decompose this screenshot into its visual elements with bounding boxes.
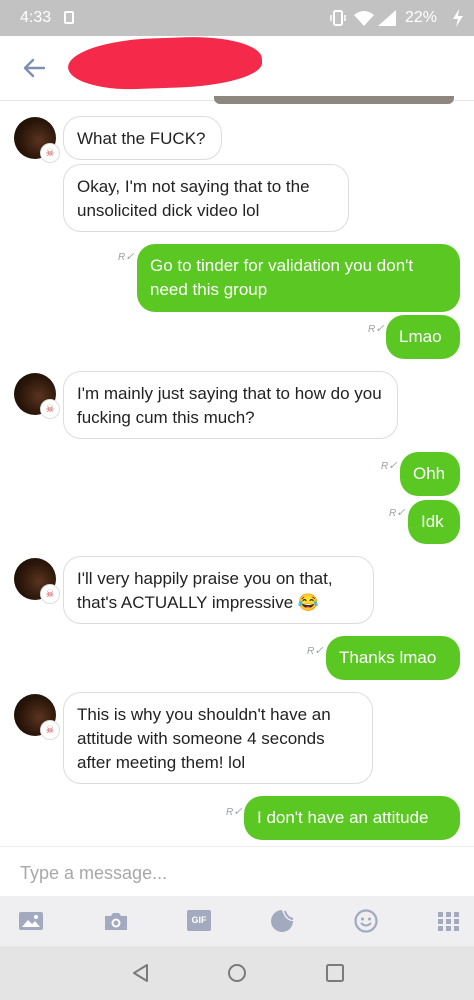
message-bubble-outgoing[interactable]: Ohh (400, 452, 460, 496)
cell-signal-icon (378, 10, 396, 26)
message-bubble-incoming[interactable]: This is why you shouldn't have an attitu… (63, 692, 373, 784)
contact-avatar[interactable]: ☠ (14, 117, 60, 163)
read-receipt: R✓ (118, 251, 135, 263)
attachment-toolbar: GIF (0, 896, 474, 946)
avatar-badge-icon: ☠ (40, 584, 60, 604)
system-nav-bar (0, 946, 474, 1000)
message-input[interactable] (18, 859, 452, 887)
battery-percent: 22% (405, 9, 438, 26)
check-icon: ✓ (314, 645, 324, 657)
check-icon: ✓ (375, 323, 385, 335)
message-list[interactable]: ☠ What the FUCK? Okay, I'm not saying th… (0, 100, 474, 846)
status-time: 4:33 (20, 9, 52, 26)
vibrate-icon (330, 10, 346, 26)
avatar-badge-icon: ☠ (40, 143, 60, 163)
message-bubble-outgoing[interactable]: I don't have an attitude (244, 796, 460, 840)
wifi-icon (354, 11, 374, 26)
battery-charging-icon (453, 9, 463, 27)
message-bubble-incoming[interactable]: Okay, I'm not saying that to the unsolic… (63, 164, 349, 232)
message-bubble-incoming[interactable]: I'm mainly just saying that to how do yo… (63, 371, 398, 439)
emoji-icon[interactable] (353, 909, 379, 933)
composer (0, 846, 474, 897)
read-receipt: R✓ (368, 323, 385, 335)
message-bubble-outgoing[interactable]: Idk (408, 500, 460, 544)
message-bubble-incoming[interactable]: I'll very happily praise you on that, th… (63, 556, 374, 624)
message-bubble-outgoing[interactable]: Thanks lmao (326, 636, 460, 680)
gallery-icon[interactable] (18, 909, 44, 933)
contact-avatar[interactable]: ☠ (14, 373, 60, 419)
read-receipt: R✓ (381, 460, 398, 472)
nav-recents-icon[interactable] (324, 962, 346, 984)
message-bubble-incoming[interactable]: What the FUCK? (63, 116, 222, 160)
message-bubble-outgoing[interactable]: Lmao (386, 315, 460, 359)
nav-back-icon[interactable] (130, 962, 152, 984)
sim-icon (64, 11, 74, 24)
check-icon: ✓ (125, 251, 135, 263)
contact-avatar[interactable]: ☠ (14, 558, 60, 604)
check-icon: ✓ (388, 460, 398, 472)
check-icon: ✓ (396, 507, 406, 519)
status-bar: 4:33 22% (0, 0, 474, 36)
message-bubble-outgoing[interactable]: Go to tinder for validation you don't ne… (137, 244, 460, 312)
read-receipt: R✓ (307, 645, 324, 657)
check-icon: ✓ (233, 806, 243, 818)
read-receipt: R✓ (389, 507, 406, 519)
nav-home-icon[interactable] (226, 962, 248, 984)
contact-avatar[interactable]: ☠ (14, 694, 60, 740)
apps-grid-icon[interactable] (435, 909, 461, 933)
back-arrow-icon[interactable] (20, 54, 48, 82)
sticker-icon[interactable] (269, 909, 295, 933)
camera-icon[interactable] (103, 909, 129, 933)
avatar-badge-icon: ☠ (40, 720, 60, 740)
signal-wifi-icons (330, 10, 396, 26)
read-receipt: R✓ (226, 806, 243, 818)
avatar-badge-icon: ☠ (40, 399, 60, 419)
gif-icon[interactable]: GIF (187, 910, 211, 931)
